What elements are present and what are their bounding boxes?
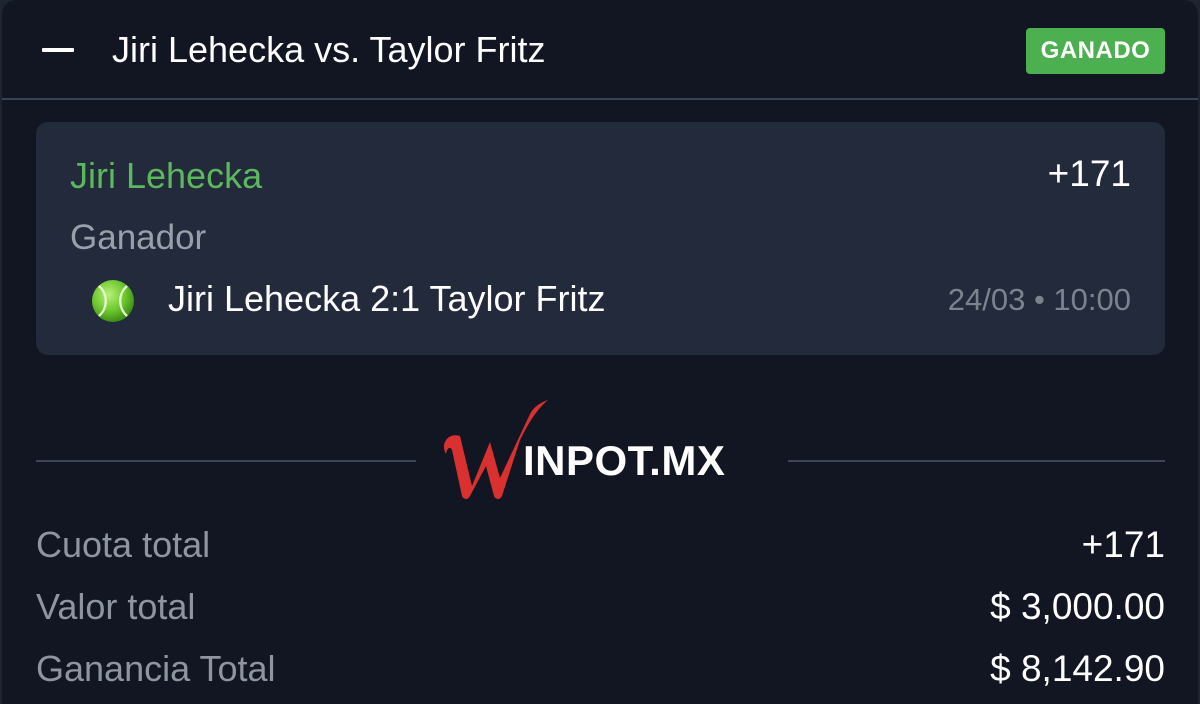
bet-header[interactable]: Jiri Lehecka vs. Taylor Fritz GANADO [2, 0, 1198, 100]
status-badge: GANADO [1026, 28, 1165, 74]
event-result: Jiri Lehecka 2:1 Taylor Fritz [168, 278, 606, 319]
event-datetime: 24/03 • 10:00 [947, 282, 1131, 317]
logo-text: INPOT.MX [523, 437, 726, 484]
selection-panel: Jiri Lehecka +171 Ganador Jiri Lehecka 2… [36, 122, 1165, 355]
divider-right [788, 460, 1165, 462]
selection-odds: +171 [1047, 153, 1131, 194]
minus-icon-bar [42, 48, 74, 52]
total-stake-label: Valor total [36, 586, 196, 627]
match-title: Jiri Lehecka vs. Taylor Fritz [112, 29, 546, 70]
selection-name: Jiri Lehecka [70, 155, 263, 196]
tennis-ball-icon [92, 280, 134, 322]
total-odds-label: Cuota total [36, 524, 211, 565]
winpot-logo: INPOT.MX [438, 396, 768, 506]
summary-row-odds: Cuota total +171 [36, 520, 1165, 570]
summary-row-payout: Ganancia Total $ 8,142.90 [36, 644, 1165, 694]
market-label: Ganador [70, 218, 207, 257]
summary-row-stake: Valor total $ 3,000.00 [36, 582, 1165, 632]
total-stake-value: $ 3,000.00 [990, 586, 1165, 627]
total-payout-value: $ 8,142.90 [990, 648, 1165, 689]
bet-card: Jiri Lehecka vs. Taylor Fritz GANADO Jir… [2, 0, 1198, 704]
minus-icon[interactable] [40, 38, 76, 62]
total-odds-value: +171 [1081, 524, 1165, 565]
divider-left [36, 460, 416, 462]
total-payout-label: Ganancia Total [36, 648, 276, 689]
